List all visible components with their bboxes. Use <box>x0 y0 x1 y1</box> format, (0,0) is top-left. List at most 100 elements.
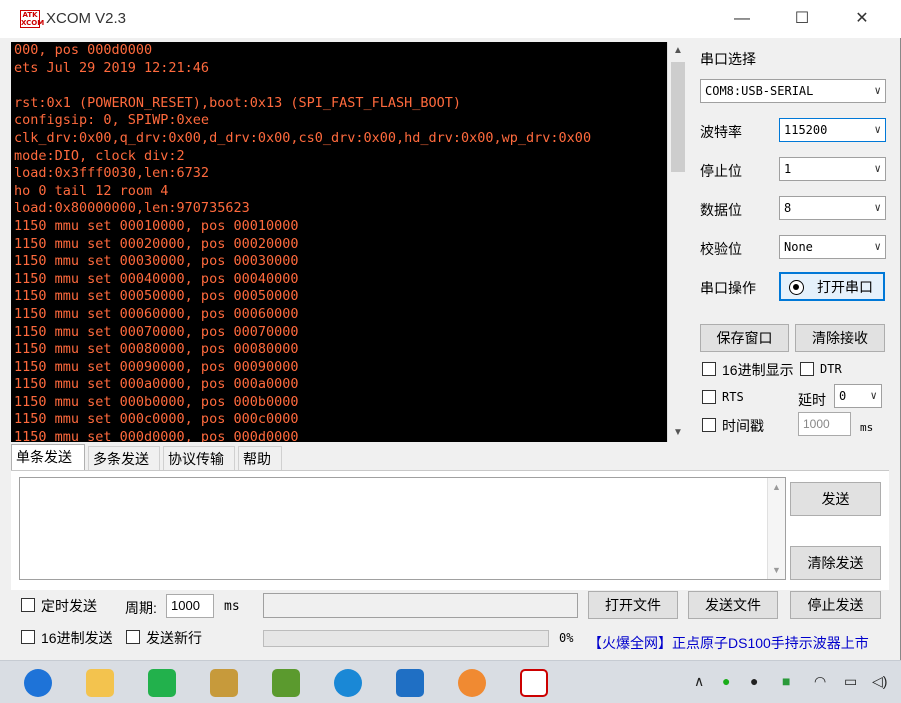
parity-value: None <box>784 240 813 254</box>
parity-label: 校验位 <box>700 241 742 257</box>
chevron-down-icon: ∨ <box>874 240 881 253</box>
stop-send-button[interactable]: 停止发送 <box>790 591 881 619</box>
scroll-up-icon[interactable]: ▲ <box>768 482 785 492</box>
battery-icon[interactable]: ▭ <box>844 673 857 690</box>
baud-value: 115200 <box>784 123 828 137</box>
clear-receive-button[interactable]: 清除接收 <box>795 324 885 352</box>
rts-checkbox[interactable] <box>702 390 716 404</box>
terminal-line: ho 0 tail 12 room 4 <box>14 182 169 199</box>
chevron-down-icon: ∨ <box>874 84 881 97</box>
scroll-down-icon[interactable]: ▼ <box>668 424 688 442</box>
timestamp-input[interactable]: 1000 <box>798 412 851 436</box>
send-file-button[interactable]: 发送文件 <box>688 591 778 619</box>
atk-logo-icon: ATK XCOM <box>20 10 45 28</box>
terminal-line: 000, pos 000d0000 <box>14 42 153 58</box>
iqiyi-icon[interactable] <box>148 669 176 697</box>
tab-help[interactable]: 帮助 <box>238 446 282 472</box>
send-scrollbar[interactable]: ▲ ▼ <box>767 478 785 579</box>
open-file-button[interactable]: 打开文件 <box>588 591 678 619</box>
chevron-up-icon[interactable]: ∧ <box>694 673 704 690</box>
port-status-radio-icon <box>789 280 804 295</box>
delay-value: 0 <box>839 389 847 403</box>
ad-link[interactable]: 【火爆全网】正点原子DS100手持示波器上市 <box>588 633 869 653</box>
scroll-down-icon[interactable]: ▼ <box>768 565 785 575</box>
audio-icon[interactable] <box>458 669 486 697</box>
timestamp-ms-label: ms <box>860 421 874 434</box>
xcom-icon[interactable] <box>520 669 548 697</box>
save-window-button[interactable]: 保存窗口 <box>700 324 789 352</box>
terminal-line: 1150 mmu set 00020000, pos 00020000 <box>14 235 299 252</box>
wifi-icon[interactable]: ◠ <box>814 673 826 690</box>
scroll-thumb[interactable] <box>671 62 685 172</box>
terminal-line: 1150 mmu set 00070000, pos 00070000 <box>14 323 299 340</box>
maximize-button[interactable]: ☐ <box>782 6 822 32</box>
terminal-line: 1150 mmu set 00090000, pos 00090000 <box>14 358 299 375</box>
chevron-down-icon: ∨ <box>874 201 881 214</box>
volume-icon[interactable]: ◁) <box>872 673 887 690</box>
timed-send-label: 定时发送 <box>41 598 97 614</box>
clear-send-button[interactable]: 清除发送 <box>790 546 881 580</box>
terminal-line: 1150 mmu set 000a0000, pos 000a0000 <box>14 376 299 393</box>
period-label: 周期: <box>125 600 157 616</box>
terminal-line: load:0x3fff0030,len:6732 <box>14 165 210 182</box>
minimize-button[interactable]: — <box>722 6 762 32</box>
open-port-button[interactable]: 打开串口 <box>779 272 885 301</box>
databits-select[interactable]: 8 ∨ <box>779 196 886 220</box>
taskbar: ∧ ● ● ■ ◠ ▭ ◁) <box>0 660 901 703</box>
send-textarea[interactable]: ▲ ▼ <box>19 477 786 580</box>
send-newline-label: 发送新行 <box>146 630 202 646</box>
security-icon[interactable]: ■ <box>782 673 790 689</box>
stopbits-select[interactable]: 1 ∨ <box>779 157 886 181</box>
chevron-down-icon: ∨ <box>874 123 881 136</box>
terminal-line: ets Jul 29 2019 12:21:46 <box>14 59 210 76</box>
browser-icon[interactable] <box>24 669 52 697</box>
timestamp-checkbox[interactable] <box>702 418 716 432</box>
tab-protocol[interactable]: 协议传输 <box>163 446 235 472</box>
terminal-line: clk_drv:0x00,q_drv:0x00,d_drv:0x00,cs0_d… <box>14 129 592 146</box>
terminal-line: 1150 mmu set 00080000, pos 00080000 <box>14 341 299 358</box>
dtr-checkbox[interactable] <box>800 362 814 376</box>
hex-send-label: 16进制发送 <box>41 630 113 646</box>
period-input[interactable]: 1000 <box>166 594 214 618</box>
timed-send-checkbox[interactable] <box>21 598 35 612</box>
terminal-line: 1150 mmu set 00060000, pos 00060000 <box>14 305 299 322</box>
databits-value: 8 <box>784 201 792 215</box>
qq-icon[interactable]: ● <box>750 673 758 689</box>
timestamp-label: 时间戳 <box>722 418 764 434</box>
terminal-scrollbar[interactable]: ▲ ▼ <box>667 42 688 442</box>
stopbits-value: 1 <box>784 162 792 176</box>
rts-label: RTS <box>722 390 744 404</box>
send-newline-checkbox[interactable] <box>126 630 140 644</box>
close-button[interactable]: ✕ <box>842 6 882 32</box>
delay-select[interactable]: 0 ∨ <box>834 384 882 408</box>
pads-layout-icon[interactable] <box>272 669 300 697</box>
3d-box-icon[interactable] <box>396 669 424 697</box>
tab-multi-send[interactable]: 多条发送 <box>88 446 160 472</box>
send-button[interactable]: 发送 <box>790 482 881 516</box>
wechat-icon[interactable]: ● <box>722 673 730 689</box>
receive-terminal[interactable]: 000, pos 000d0000 ets Jul 29 2019 12:21:4… <box>11 42 667 442</box>
chevron-down-icon: ∨ <box>874 162 881 175</box>
terminal-line: 1150 mmu set 000c0000, pos 000c0000 <box>14 411 299 428</box>
send-progress-bar <box>263 630 549 647</box>
xcom-window: ATK XCOM XCOM V2.3 — ☐ ✕ 000, pos 000d000… <box>0 0 901 660</box>
terminal-line: mode:DIO, clock div:2 <box>14 147 185 164</box>
terminal-line: 1150 mmu set 00010000, pos 00010000 <box>14 217 299 234</box>
file-explorer-icon[interactable] <box>86 669 114 697</box>
settings-icon[interactable] <box>334 669 362 697</box>
scroll-up-icon[interactable]: ▲ <box>668 42 688 60</box>
period-ms-label: ms <box>224 599 240 614</box>
file-path-field[interactable] <box>263 593 578 618</box>
terminal-line: 1150 mmu set 000b0000, pos 000b0000 <box>14 393 299 410</box>
baud-select[interactable]: 115200 ∨ <box>779 118 886 142</box>
hex-send-checkbox[interactable] <box>21 630 35 644</box>
parity-select[interactable]: None ∨ <box>779 235 886 259</box>
title-bar[interactable]: ATK XCOM XCOM V2.3 — ☐ ✕ <box>0 0 901 38</box>
hex-display-checkbox[interactable] <box>702 362 716 376</box>
pads-icon[interactable] <box>210 669 238 697</box>
tab-single-send[interactable]: 单条发送 <box>11 444 85 472</box>
terminal-line: load:0x80000000,len:970735623 <box>14 200 250 217</box>
open-port-label: 打开串口 <box>817 279 873 295</box>
port-select[interactable]: COM8:USB-SERIAL ∨ <box>700 79 886 103</box>
port-op-label: 串口操作 <box>700 280 756 296</box>
